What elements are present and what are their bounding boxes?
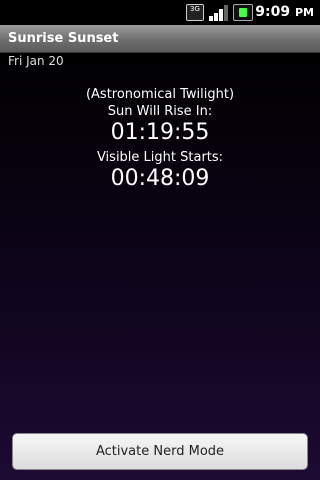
status-time-suffix: PM: [294, 6, 314, 19]
app-title: Sunrise Sunset: [8, 31, 119, 46]
network-3g-icon: 3G: [186, 4, 204, 21]
sun-rise-countdown: 01:19:55: [110, 120, 210, 145]
activate-nerd-mode-button[interactable]: Activate Nerd Mode: [12, 433, 308, 470]
sun-rise-label: Sun Will Rise In:: [107, 104, 213, 119]
visible-light-label: Visible Light Starts:: [96, 150, 224, 165]
twilight-type: (Astronomical Twilight): [85, 87, 235, 102]
network-type-label: 3G: [190, 5, 200, 13]
main-content: Fri Jan 20 (Astronomical Twilight) Sun W…: [0, 53, 320, 480]
status-time: 9:09 PM: [255, 4, 314, 20]
current-date: Fri Jan 20: [8, 54, 64, 68]
visible-light-countdown: 00:48:09: [110, 166, 210, 191]
status-bar: 3G 9:09 PM: [0, 0, 320, 25]
signal-strength-icon: [209, 5, 228, 21]
battery-charging-icon: [233, 4, 253, 21]
app-title-bar: Sunrise Sunset: [0, 25, 320, 53]
